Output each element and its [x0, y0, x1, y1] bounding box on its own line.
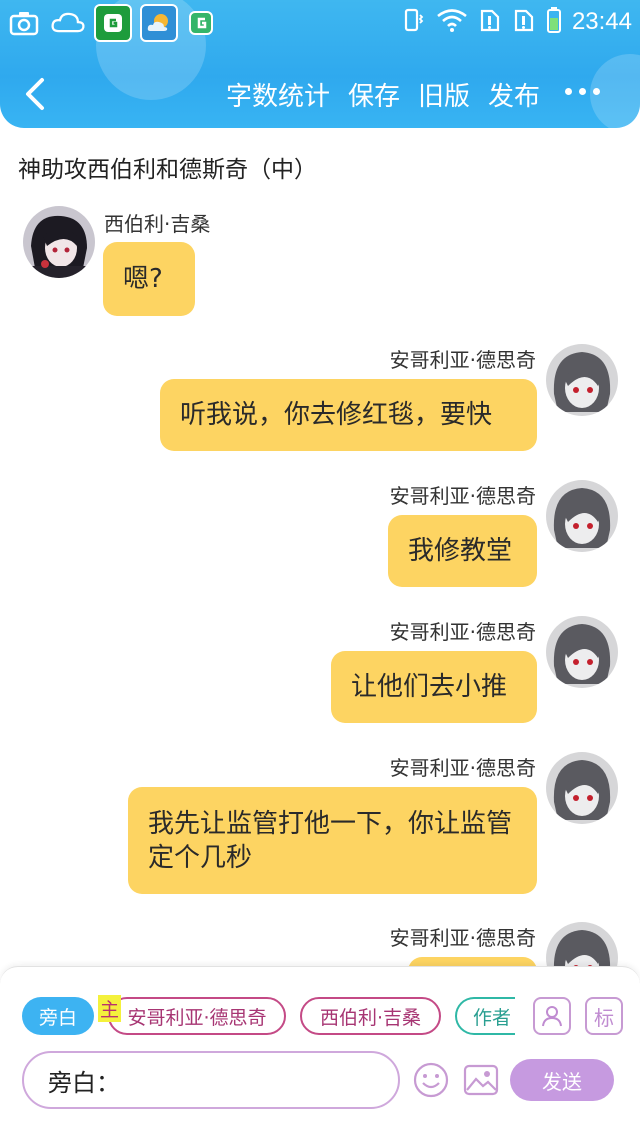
person-icon	[542, 1006, 562, 1027]
clock: 23:44	[571, 8, 632, 35]
role-chip-author[interactable]: 作者	[455, 997, 515, 1035]
composer-panel: 旁白 安哥利亚·德思奇 主 西伯利·吉桑 作者 标 旁白： 发送	[0, 966, 640, 1138]
status-bar: 23:44	[0, 0, 640, 44]
word-count-button[interactable]: 字数统计	[226, 76, 330, 113]
more-dot	[579, 88, 586, 95]
speaker-name: 安哥利亚·德思奇	[389, 348, 536, 372]
more-dot	[593, 88, 600, 95]
role-chip-angelia[interactable]: 安哥利亚·德思奇	[108, 997, 286, 1035]
image-icon[interactable]	[463, 1062, 499, 1098]
avatar-siberi[interactable]	[23, 206, 95, 278]
avatar-angelia[interactable]	[546, 616, 618, 688]
vibrate-icon	[400, 7, 426, 37]
speaker-name: 安哥利亚·德思奇	[389, 756, 536, 780]
message-bubble[interactable]: 我先让监管打他一下，你让监管定个几秒	[128, 787, 537, 894]
save-button[interactable]: 保存	[348, 76, 400, 113]
add-role-button[interactable]	[533, 997, 571, 1035]
signal-sim2-icon	[512, 7, 536, 37]
message-input[interactable]: 旁白：	[22, 1051, 400, 1109]
speaker-name: 安哥利亚·德思奇	[389, 926, 536, 950]
speaker-name: 西伯利·吉桑	[104, 212, 211, 236]
weather-app-icon	[140, 4, 178, 42]
message-bubble[interactable]: 听我说，你去修红毯，要快	[160, 379, 537, 451]
story-title: 神助攻西伯利和德斯奇（中）	[18, 157, 317, 183]
screenshot-icon	[6, 6, 42, 40]
narration-chip[interactable]: 旁白	[22, 997, 94, 1035]
cloud-icon	[50, 6, 86, 40]
signal-sim1-icon	[478, 7, 502, 37]
app-icon-green	[94, 4, 132, 42]
old-version-button[interactable]: 旧版	[418, 76, 470, 113]
message-bubble[interactable]: 我修教堂	[388, 515, 537, 587]
main-role-mark: 主	[98, 995, 122, 1022]
top-header: 23:44 字数统计 保存 旧版 发布	[0, 0, 640, 128]
message-bubble[interactable]: 让他们去小推	[331, 651, 537, 723]
battery-icon	[546, 6, 562, 38]
role-chip-siberi[interactable]: 西伯利·吉桑	[300, 997, 441, 1035]
avatar-angelia[interactable]	[546, 480, 618, 552]
send-button[interactable]: 发送	[510, 1059, 614, 1101]
more-dot	[565, 88, 572, 95]
emoji-icon[interactable]	[413, 1062, 449, 1098]
app-icon-green-small	[186, 4, 216, 42]
message-bubble[interactable]: 嗯?	[103, 242, 195, 316]
speaker-name: 安哥利亚·德思奇	[389, 620, 536, 644]
chevron-left-icon	[26, 78, 44, 110]
publish-button[interactable]: 发布	[488, 76, 540, 113]
speaker-name: 安哥利亚·德思奇	[389, 484, 536, 508]
wifi-icon	[436, 7, 468, 37]
avatar-angelia[interactable]	[546, 344, 618, 416]
tag-button[interactable]: 标	[585, 997, 623, 1035]
back-button[interactable]	[18, 74, 58, 114]
more-options-button[interactable]	[565, 88, 600, 95]
nav-bar: 字数统计 保存 旧版 发布	[0, 66, 640, 124]
avatar-angelia[interactable]	[546, 752, 618, 824]
